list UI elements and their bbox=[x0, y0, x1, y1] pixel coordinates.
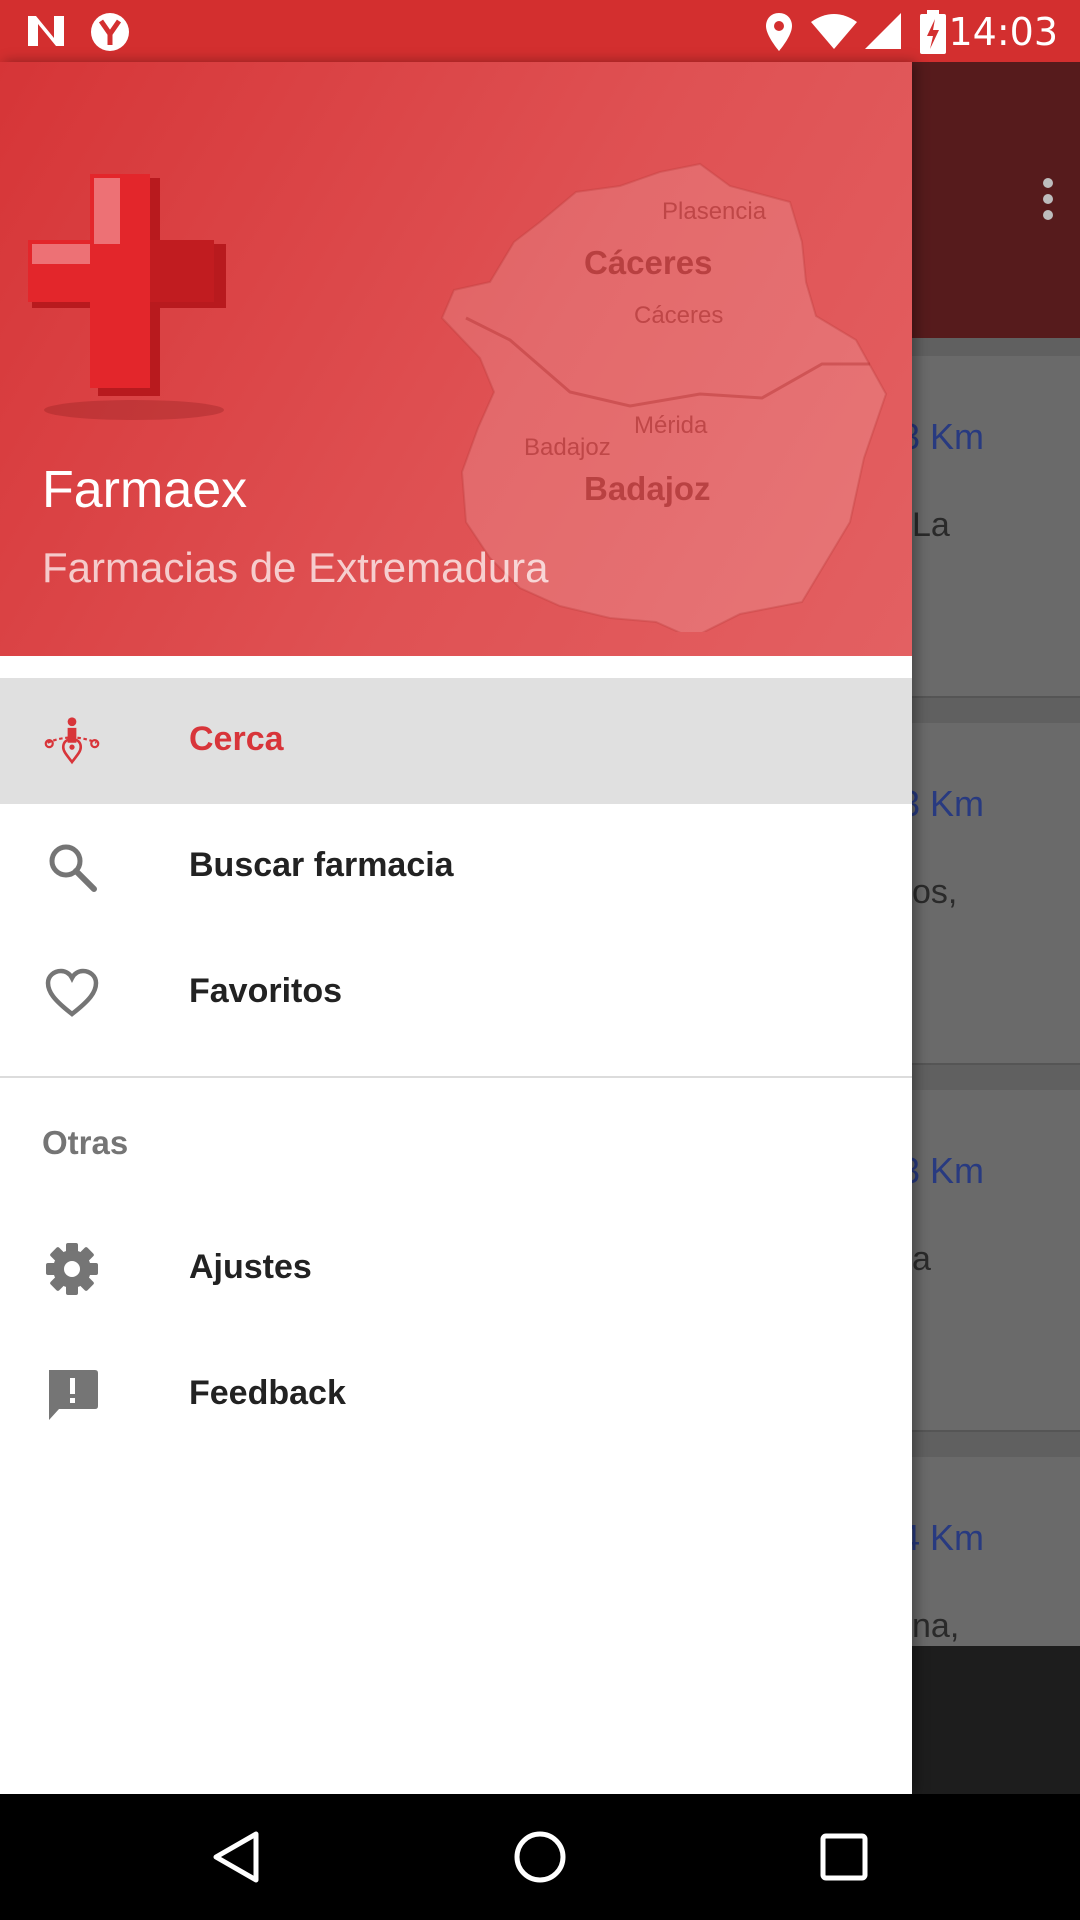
notification-n-icon bbox=[28, 16, 64, 46]
address-text: na, bbox=[912, 1607, 960, 1645]
wifi-icon bbox=[811, 14, 857, 49]
recents-square-icon bbox=[820, 1833, 868, 1881]
menu-item-ajustes[interactable]: Ajustes bbox=[0, 1206, 912, 1332]
map-label-badajoz-city: Badajoz bbox=[524, 434, 611, 461]
menu-item-cerca[interactable]: Cerca bbox=[0, 678, 912, 804]
battery-charging-icon bbox=[920, 10, 946, 54]
heart-icon bbox=[44, 965, 100, 1021]
menu-label-feedback: Feedback bbox=[189, 1374, 346, 1412]
section-title-otras: Otras bbox=[42, 1124, 129, 1161]
map-label-badajoz-region: Badajoz bbox=[584, 470, 711, 507]
navigation-drawer: Plasencia Cáceres Cáceres Mérida Badajoz… bbox=[0, 62, 912, 1794]
yandex-icon bbox=[91, 13, 129, 51]
nearby-location-icon bbox=[44, 713, 100, 769]
menu-item-feedback[interactable]: Feedback bbox=[0, 1332, 912, 1458]
address-text: a bbox=[912, 1240, 931, 1278]
drawer-header: Plasencia Cáceres Cáceres Mérida Badajoz… bbox=[0, 62, 912, 656]
map-label-caceres-city: Cáceres bbox=[634, 302, 724, 329]
back-button[interactable] bbox=[176, 1794, 296, 1920]
recents-button[interactable] bbox=[784, 1794, 904, 1920]
search-icon bbox=[44, 839, 100, 895]
back-triangle-icon bbox=[213, 1831, 259, 1883]
home-button[interactable] bbox=[480, 1794, 600, 1920]
home-circle-icon bbox=[514, 1831, 566, 1883]
app-title: Farmaex bbox=[42, 461, 248, 519]
map-label-caceres-region: Cáceres bbox=[584, 244, 713, 281]
address-text: La bbox=[912, 506, 950, 544]
map-label-merida: Mérida bbox=[634, 412, 708, 439]
menu-item-favoritos[interactable]: Favoritos bbox=[0, 930, 912, 1056]
overflow-menu-icon[interactable] bbox=[1042, 178, 1054, 222]
signal-icon bbox=[865, 13, 901, 49]
menu-divider bbox=[0, 1076, 912, 1078]
menu-label-cerca: Cerca bbox=[189, 720, 284, 758]
status-bar: 14:03 bbox=[0, 0, 1080, 62]
menu-label-favoritos: Favoritos bbox=[189, 972, 343, 1010]
feedback-icon bbox=[44, 1367, 100, 1423]
menu-item-buscar-farmacia[interactable]: Buscar farmacia bbox=[0, 804, 912, 930]
map-label-plasencia: Plasencia bbox=[662, 198, 767, 225]
app-subtitle: Farmacias de Extremadura bbox=[42, 544, 549, 591]
menu-label-ajustes: Ajustes bbox=[189, 1248, 312, 1286]
distance-text: 4 Km bbox=[900, 1517, 985, 1558]
distance-text: 3 Km bbox=[900, 783, 985, 824]
status-time: 14:03 bbox=[948, 10, 1058, 54]
address-text: os, bbox=[912, 873, 958, 911]
distance-text: 3 Km bbox=[900, 416, 985, 457]
menu-label-buscar-farmacia: Buscar farmacia bbox=[189, 846, 454, 884]
system-navigation-bar bbox=[0, 1794, 1080, 1920]
gear-icon bbox=[44, 1241, 100, 1297]
location-icon bbox=[766, 13, 792, 51]
pharmacy-cross-logo bbox=[28, 174, 226, 420]
distance-text: 3 Km bbox=[900, 1150, 985, 1191]
